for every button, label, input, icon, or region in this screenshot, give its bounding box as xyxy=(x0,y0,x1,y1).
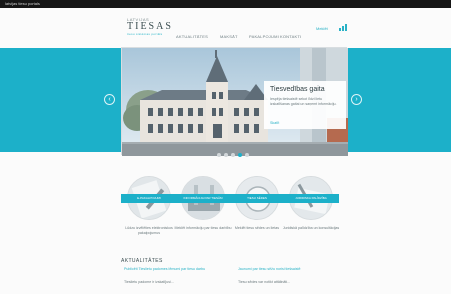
news-item-1-title[interactable]: Publicēti Tieslietu padomes lēmumi par t… xyxy=(124,267,229,272)
feature-ribbon-1[interactable]: E-PAKALPOJUMI xyxy=(121,194,177,203)
slider-next-button[interactable]: › xyxy=(351,94,362,105)
slider-dot-4[interactable] xyxy=(238,153,242,157)
chevron-left-icon: ‹ xyxy=(108,96,111,103)
news-item-2-text: Tiesu sēdes var notikt attālināti... xyxy=(238,280,291,284)
news-heading: AKTUALITĀTES xyxy=(121,258,163,264)
chevron-right-icon: › xyxy=(355,96,358,103)
hero-slider[interactable]: Tiesvedības gaita Iespēja tiešsaistē sek… xyxy=(121,47,348,156)
slider-dot-1[interactable] xyxy=(217,153,221,157)
feature-ribbon-2[interactable]: INFORMĀCIJA PAR TIESĀM xyxy=(175,194,231,203)
slider-dot-3[interactable] xyxy=(231,153,235,157)
logo-tagline: tiesu sistēmas portāls xyxy=(127,32,163,36)
nav-item-kontakti[interactable]: KONTAKTI xyxy=(280,34,301,39)
signal-icon[interactable] xyxy=(339,24,348,33)
slider-prev-button[interactable]: ‹ xyxy=(104,94,115,105)
feature-ribbon-3[interactable]: TIESU SĒDES xyxy=(229,194,285,203)
nav-item-aktualitates[interactable]: AKTUALITĀTES xyxy=(176,34,208,39)
feature-ribbon-3-label: TIESU SĒDES xyxy=(247,196,267,200)
feature-ribbon-1-label: E-PAKALPOJUMI xyxy=(137,196,161,200)
feature-ribbon-4[interactable]: JURIDISKA PALĪDZĪBA xyxy=(283,194,339,203)
nav-item-pakalpojumi[interactable]: PAKALPOJUMI xyxy=(249,34,279,39)
slider-dot-2[interactable] xyxy=(224,153,228,157)
browser-top-bar: latvijas tiesu portals xyxy=(0,0,451,8)
slider-caption-title: Tiesvedības gaita xyxy=(270,86,325,93)
slider-caption: Tiesvedības gaita Iespēja tiešsaistē sek… xyxy=(264,81,346,129)
slider-caption-text: Iespēja tiešsaistē sekot līdzi lietu izs… xyxy=(270,97,337,106)
site-logo[interactable]: LATVIJAS TIESAS tiesu sistēmas portāls xyxy=(127,17,173,36)
slider-caption-link[interactable]: Skatīt xyxy=(270,121,279,125)
logo-main-text: TIESAS xyxy=(127,21,173,32)
search-link[interactable]: Meklēt xyxy=(316,26,328,31)
nav-item-maksat[interactable]: MAKSĀT xyxy=(220,34,238,39)
feature-description-4: Juridiskā palīdzība un konsultācijas xyxy=(282,226,340,230)
browser-title: latvijas tiesu portals xyxy=(5,1,40,6)
news-item-2-title[interactable]: Jaunumi par tiesu sēžu norisi tiešsaistē xyxy=(238,267,343,272)
news-item-1-text: Tieslietu padome ir izskatījusi... xyxy=(124,280,174,284)
feature-ribbon-4-label: JURIDISKA PALĪDZĪBA xyxy=(295,196,327,200)
slider-dot-5[interactable] xyxy=(245,153,249,157)
feature-ribbon-2-label: INFORMĀCIJA PAR TIESĀM xyxy=(183,196,223,200)
